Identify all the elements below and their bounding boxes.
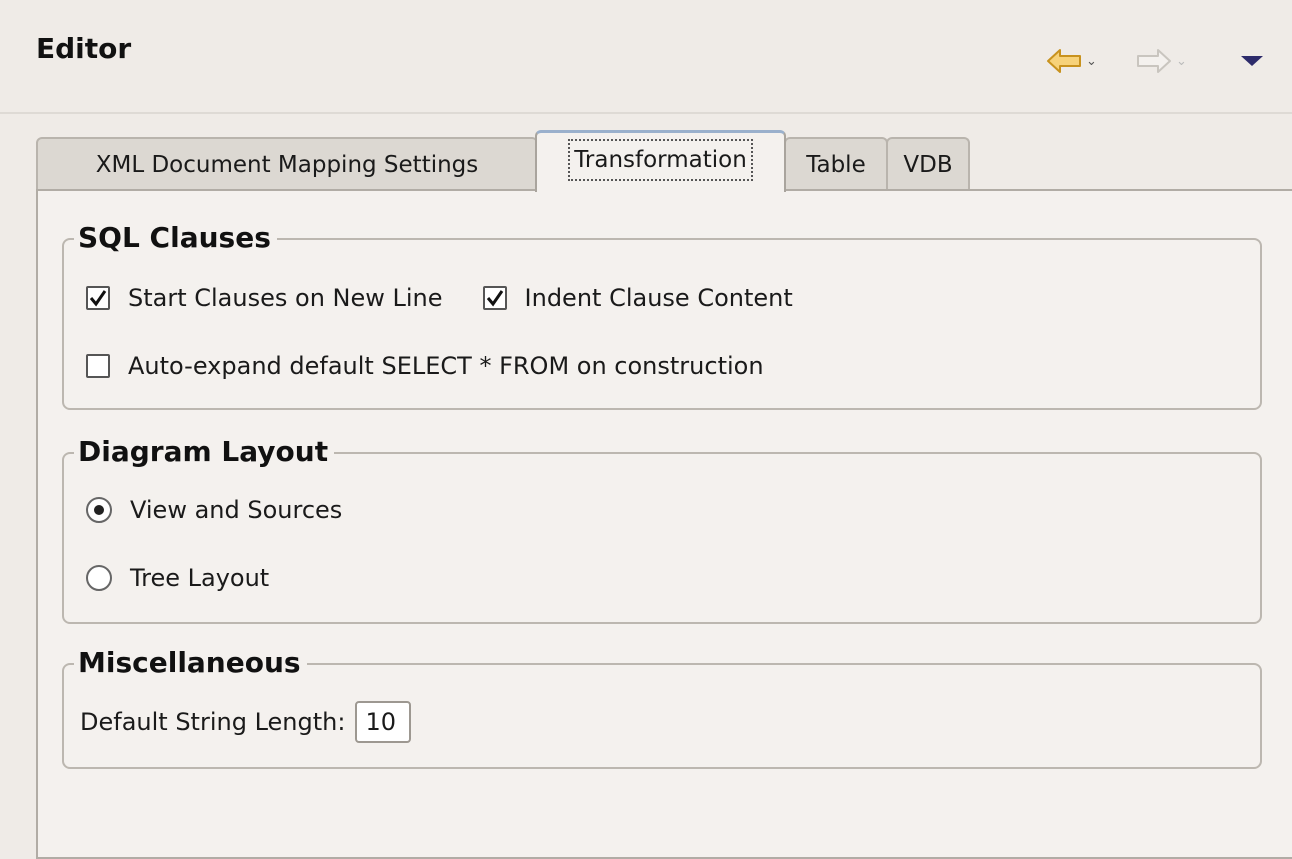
tab-label: Transformation bbox=[568, 139, 753, 181]
default-string-length-row: Default String Length: 10 bbox=[80, 701, 412, 743]
start-clauses-option[interactable]: Start Clauses on New Line Indent Clause … bbox=[86, 284, 793, 312]
auto-expand-label: Auto-expand default SELECT * FROM on con… bbox=[128, 352, 764, 380]
tab-label: XML Document Mapping Settings bbox=[95, 152, 479, 178]
view-and-sources-option[interactable]: View and Sources bbox=[86, 496, 342, 524]
tree-layout-option[interactable]: Tree Layout bbox=[86, 564, 269, 592]
tree-layout-label: Tree Layout bbox=[130, 564, 270, 592]
back-button[interactable]: ⌄ bbox=[1046, 44, 1097, 78]
tab-label: VDB bbox=[903, 152, 953, 178]
auto-expand-option[interactable]: Auto-expand default SELECT * FROM on con… bbox=[86, 352, 764, 380]
miscellaneous-title: Miscellaneous bbox=[74, 643, 307, 683]
indent-clause-checkbox[interactable] bbox=[482, 286, 507, 310]
checkmark-icon bbox=[486, 290, 503, 307]
page-title: Editor bbox=[36, 32, 132, 65]
default-string-length-label: Default String Length: bbox=[80, 708, 346, 736]
diagram-layout-group: Diagram Layout View and Sources Tree Lay… bbox=[62, 432, 1262, 624]
editor-header: Editor ⌄ ⌄ bbox=[0, 0, 1292, 114]
auto-expand-checkbox[interactable] bbox=[86, 354, 110, 378]
back-dropdown-icon[interactable]: ⌄ bbox=[1086, 54, 1097, 69]
miscellaneous-group: Miscellaneous Default String Length: 10 bbox=[62, 643, 1262, 769]
tab-transformation[interactable]: Transformation bbox=[535, 130, 786, 192]
diagram-layout-title: Diagram Layout bbox=[74, 432, 335, 472]
view-menu-icon bbox=[1240, 54, 1264, 68]
default-string-length-input[interactable]: 10 bbox=[355, 701, 412, 743]
checkmark-icon bbox=[89, 290, 107, 307]
left-arrow-icon bbox=[1046, 48, 1082, 74]
tab-bar: XML Document Mapping Settings Transforma… bbox=[36, 130, 1292, 192]
tab-table[interactable]: Table bbox=[784, 137, 888, 189]
forward-button[interactable]: ⌄ bbox=[1136, 44, 1187, 78]
right-arrow-icon bbox=[1136, 48, 1172, 74]
view-menu-button[interactable] bbox=[1240, 44, 1264, 78]
radio-selected-dot bbox=[94, 505, 104, 515]
sql-clauses-title: SQL Clauses bbox=[74, 218, 277, 258]
tab-xml-document-mapping-settings[interactable]: XML Document Mapping Settings bbox=[36, 137, 538, 189]
view-and-sources-label: View and Sources bbox=[130, 496, 343, 524]
tree-layout-radio[interactable] bbox=[86, 565, 112, 591]
forward-dropdown-icon[interactable]: ⌄ bbox=[1176, 54, 1187, 69]
start-clauses-label: Start Clauses on New Line bbox=[128, 284, 443, 312]
start-clauses-checkbox[interactable] bbox=[86, 286, 110, 310]
indent-clause-label: Indent Clause Content bbox=[524, 284, 793, 312]
tab-label: Table bbox=[806, 152, 866, 178]
view-and-sources-radio[interactable] bbox=[86, 497, 112, 523]
tab-vdb[interactable]: VDB bbox=[886, 137, 970, 189]
sql-clauses-group: SQL Clauses Start Clauses on New Line In… bbox=[62, 218, 1262, 410]
